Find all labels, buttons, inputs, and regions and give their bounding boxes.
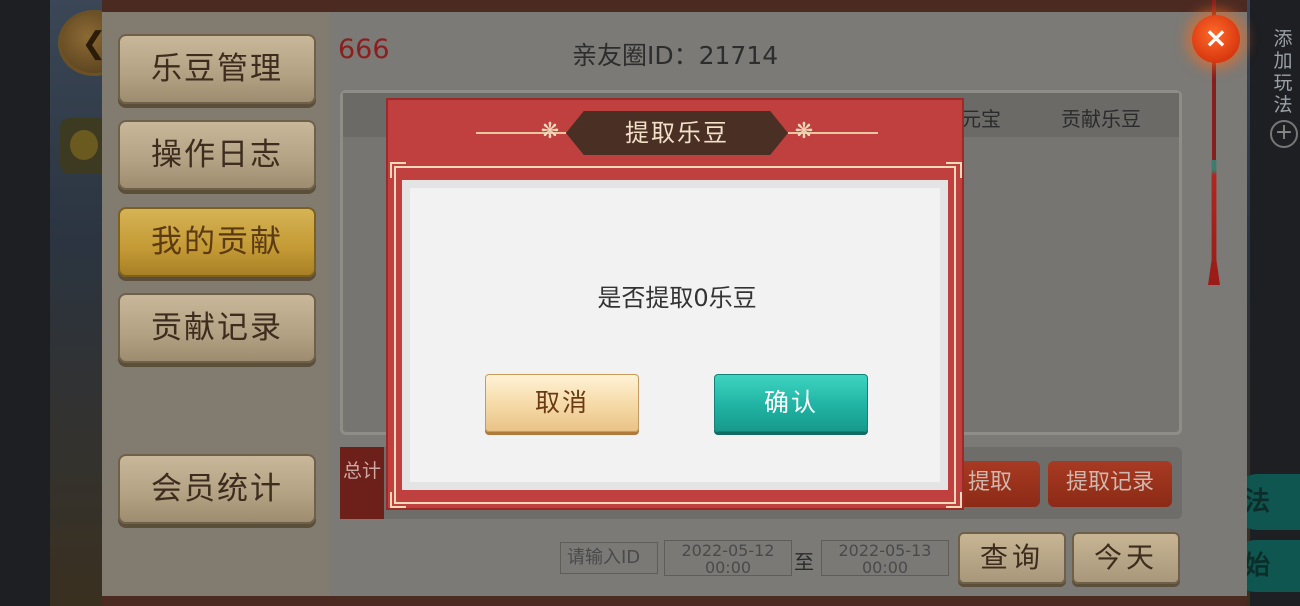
- flower-ornament-icon: ❋: [540, 119, 560, 144]
- cancel-button[interactable]: 取消: [485, 374, 639, 432]
- dialog-body: [402, 180, 948, 490]
- sidebar-item-my-contribution[interactable]: 我的贡献: [118, 207, 316, 277]
- dialog-message: 是否提取0乐豆: [597, 284, 757, 312]
- sidebar-item-ledou-management[interactable]: 乐豆管理: [118, 34, 316, 104]
- sidebar-item-member-stats[interactable]: 会员统计: [118, 454, 316, 524]
- date-to-field[interactable]: 2022-05-13 00:00: [821, 540, 949, 576]
- circle-id-label: 亲友圈ID：21714: [572, 41, 779, 70]
- date-from-field[interactable]: 2022-05-12 00:00: [664, 540, 792, 576]
- id-search-input[interactable]: 请输入ID: [560, 542, 658, 574]
- panel-top-border: [102, 0, 1247, 12]
- column-header-yuanbao: 元宝: [961, 107, 1001, 131]
- close-icon[interactable]: ×: [1192, 15, 1240, 63]
- corner-ornament-icon: [390, 162, 406, 178]
- total-tag: 总计: [340, 447, 384, 519]
- panel-bottom-border: [102, 596, 1247, 606]
- withdraw-dialog: ❋ ❋ 提取乐豆 是否提取0乐豆 取消 确认: [386, 98, 964, 510]
- plus-icon[interactable]: +: [1270, 120, 1298, 148]
- coin-icon: [60, 118, 108, 174]
- corner-ornament-icon: [946, 162, 962, 178]
- sidebar-item-contribution-record[interactable]: 贡献记录: [118, 293, 316, 363]
- withdraw-record-button[interactable]: 提取记录: [1048, 461, 1172, 507]
- add-rule-side-label[interactable]: 添加玩法: [1270, 28, 1296, 116]
- screen: ❮ 添加玩法 + 法 始 乐豆管理 操作日志 我的贡献 贡献记录 会员统计 66…: [0, 0, 1300, 606]
- column-header-contribution: 贡献乐豆: [1061, 107, 1141, 131]
- date-to-day: 2022-05-13: [838, 541, 932, 560]
- date-from-day: 2022-05-12: [681, 541, 775, 560]
- query-button[interactable]: 查询: [958, 532, 1066, 584]
- flower-ornament-icon: ❋: [794, 119, 814, 144]
- header-number: 666: [338, 34, 390, 65]
- date-from-time: 00:00: [704, 558, 752, 577]
- today-button[interactable]: 今天: [1072, 532, 1180, 584]
- corner-ornament-icon: [946, 492, 962, 508]
- dialog-title: 提取乐豆: [566, 111, 788, 155]
- date-range-to-label: 至: [794, 550, 814, 574]
- date-to-time: 00:00: [861, 558, 909, 577]
- confirm-button[interactable]: 确认: [714, 374, 868, 432]
- corner-ornament-icon: [390, 492, 406, 508]
- sidebar-item-operation-log[interactable]: 操作日志: [118, 120, 316, 190]
